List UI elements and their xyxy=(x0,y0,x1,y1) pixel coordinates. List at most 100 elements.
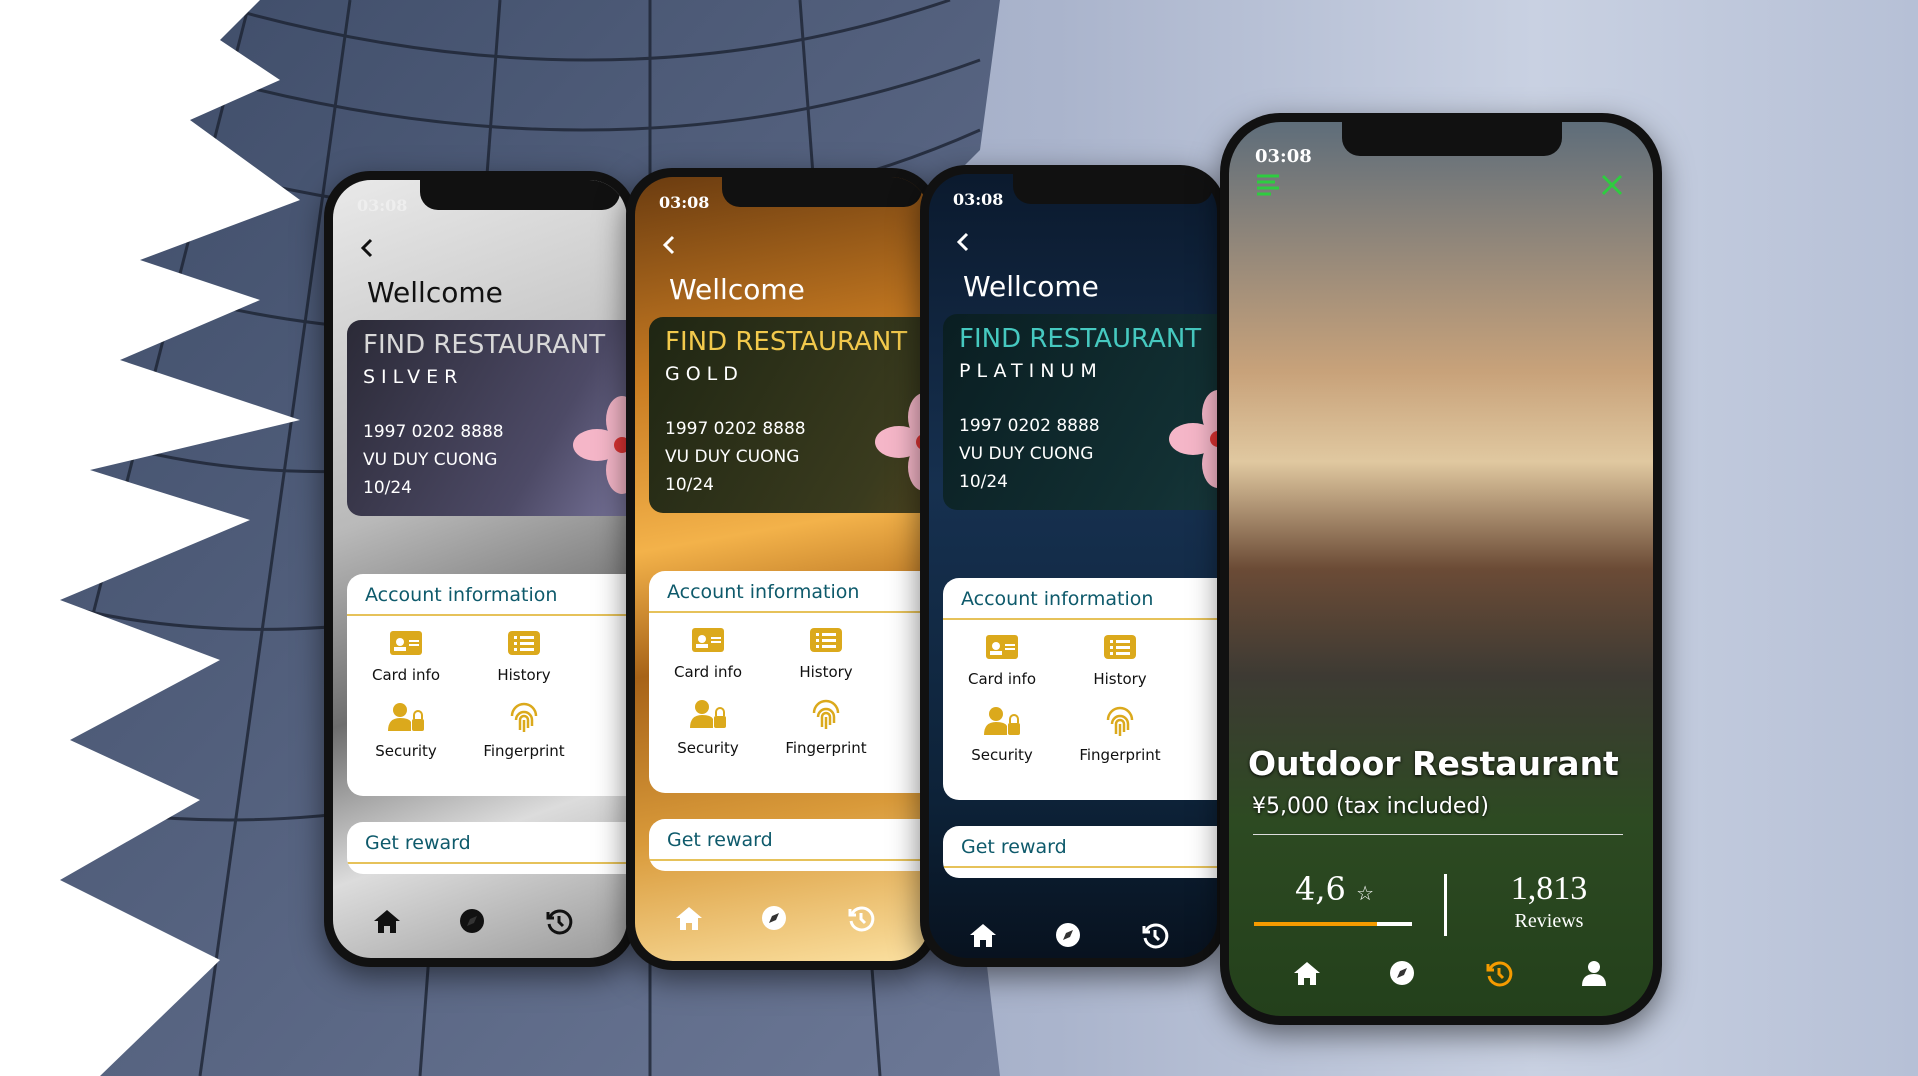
membership-card[interactable]: FIND RESTAURANT PLATINUM 1997 0202 8888 V… xyxy=(943,314,1217,510)
account-item-card-info[interactable]: Card info xyxy=(347,630,465,702)
account-item-security[interactable]: Security xyxy=(649,699,767,771)
reviews-count: 1,813 xyxy=(1510,870,1588,907)
notch xyxy=(722,177,922,207)
status-time: 03:08 xyxy=(953,190,1004,209)
panel-heading: Account information xyxy=(943,578,1217,620)
list-icon xyxy=(809,627,843,663)
nav-compass-icon[interactable] xyxy=(1389,960,1415,990)
item-label: Fingerprint xyxy=(483,742,565,760)
reviews-label: Reviews xyxy=(1514,910,1584,932)
id-card-icon xyxy=(985,634,1019,670)
account-item-po[interactable]: Po xyxy=(1179,634,1217,706)
card-holder: VU DUY CUONG xyxy=(363,450,498,470)
nav-compass-icon[interactable] xyxy=(459,908,485,938)
card-brand: FIND RESTAURANT xyxy=(363,330,606,360)
account-item-fingerprint[interactable]: Fingerprint xyxy=(1061,706,1179,778)
nav-history-icon[interactable] xyxy=(545,908,573,940)
user-lock-icon xyxy=(689,699,727,739)
divider-vertical xyxy=(1444,874,1447,936)
account-information-panel: Account information Card info HistoryPo Se… xyxy=(943,578,1217,800)
panel-heading: Get reward xyxy=(347,822,627,864)
item-label: Fingerprint xyxy=(1079,746,1161,764)
back-chevron-icon[interactable] xyxy=(355,236,379,260)
status-time: 03:08 xyxy=(357,196,408,215)
card-holder: VU DUY CUONG xyxy=(665,447,800,467)
notch xyxy=(420,180,620,210)
panel-heading: Account information xyxy=(649,571,929,613)
nav-compass-icon[interactable] xyxy=(761,905,787,935)
nav-home-icon[interactable] xyxy=(969,922,997,952)
membership-card[interactable]: FIND RESTAURANT GOLD 1997 0202 8888 VU DU… xyxy=(649,317,929,513)
rating: 4,6 ☆ xyxy=(1295,870,1374,908)
account-item-history[interactable]: History xyxy=(465,630,583,702)
phone-silver: 03:08 Wellcome FIND RESTAURANT SILVER 19… xyxy=(324,171,636,967)
item-label: Fingerprint xyxy=(785,739,867,757)
card-brand: FIND RESTAURANT xyxy=(665,327,908,357)
account-item-history[interactable]: History xyxy=(767,627,885,699)
get-reward-panel[interactable]: Get reward xyxy=(649,819,929,871)
card-tier: GOLD xyxy=(665,363,744,385)
back-chevron-icon[interactable] xyxy=(951,230,975,254)
item-label: Security xyxy=(971,746,1033,764)
card-number: 1997 0202 8888 xyxy=(959,416,1100,436)
membership-card[interactable]: FIND RESTAURANT SILVER 1997 0202 8888 VU … xyxy=(347,320,627,516)
item-label: Card info xyxy=(372,666,440,684)
rating-value: 4,6 xyxy=(1295,870,1346,908)
account-item-card-info[interactable]: Card info xyxy=(649,627,767,699)
panel-heading: Get reward xyxy=(649,819,929,861)
status-time: 03:08 xyxy=(659,193,710,212)
account-information-panel: Account information Card infoHistoryPoSe… xyxy=(649,571,929,793)
rating-bar xyxy=(1254,922,1412,926)
account-item-que[interactable]: Que xyxy=(1179,706,1217,778)
divider xyxy=(1253,834,1623,835)
account-item-security[interactable]: Security xyxy=(943,706,1061,778)
id-card-icon xyxy=(389,630,423,666)
user-lock-icon xyxy=(387,702,425,742)
nav-home-icon[interactable] xyxy=(373,908,401,938)
notch xyxy=(1342,122,1562,156)
page-title: Wellcome xyxy=(963,270,1099,303)
fingerprint-icon xyxy=(1104,706,1136,746)
nav-history-icon[interactable] xyxy=(847,905,875,937)
notch xyxy=(1013,174,1213,204)
account-item-history[interactable]: History xyxy=(1061,634,1179,706)
menu-icon[interactable] xyxy=(1255,172,1281,196)
close-icon[interactable] xyxy=(1601,174,1623,196)
card-tier: SILVER xyxy=(363,366,464,388)
account-item-fingerprint[interactable]: Fingerprint xyxy=(767,699,885,771)
flower-decoration xyxy=(1169,390,1217,488)
nav-home-icon[interactable] xyxy=(675,905,703,935)
card-number: 1997 0202 8888 xyxy=(665,419,806,439)
panel-heading: Get reward xyxy=(943,826,1217,868)
page-title: Wellcome xyxy=(669,273,805,306)
get-reward-panel[interactable]: Get reward xyxy=(347,822,627,874)
account-item-security[interactable]: Security xyxy=(347,702,465,774)
item-label: Card info xyxy=(968,670,1036,688)
item-label: Card info xyxy=(674,663,742,681)
card-tier: PLATINUM xyxy=(959,360,1103,382)
fingerprint-icon xyxy=(508,702,540,742)
card-expiry: 10/24 xyxy=(363,478,412,498)
account-item-po[interactable]: Po xyxy=(583,630,627,702)
account-item-card-info[interactable]: Card info xyxy=(943,634,1061,706)
item-label: History xyxy=(799,663,853,681)
back-chevron-icon[interactable] xyxy=(657,233,681,257)
restaurant-name: Outdoor Restaurant xyxy=(1248,744,1619,783)
item-label: Security xyxy=(375,742,437,760)
phone-platinum: 03:08 Wellcome FIND RESTAURANT PLATINUM … xyxy=(920,165,1226,967)
account-information-panel: Account information Card infoHistoryPoSe… xyxy=(347,574,627,796)
item-label: Security xyxy=(677,739,739,757)
restaurant-detail-phone: 03:08 Outdoor Restaurant ¥5,000 (tax inc… xyxy=(1220,113,1662,1025)
restaurant-price: ¥5,000 (tax included) xyxy=(1252,794,1489,819)
get-reward-panel[interactable]: Get reward xyxy=(943,826,1217,878)
account-item-que[interactable]: Que xyxy=(583,702,628,774)
card-expiry: 10/24 xyxy=(959,472,1008,492)
nav-history-icon[interactable] xyxy=(1141,922,1169,954)
nav-compass-icon[interactable] xyxy=(1055,922,1081,952)
nav-user-icon[interactable] xyxy=(1581,960,1607,990)
fingerprint-icon xyxy=(810,699,842,739)
account-item-fingerprint[interactable]: Fingerprint xyxy=(465,702,583,774)
nav-home-icon[interactable] xyxy=(1293,960,1321,990)
item-label: History xyxy=(497,666,551,684)
nav-history-icon[interactable] xyxy=(1485,960,1513,992)
